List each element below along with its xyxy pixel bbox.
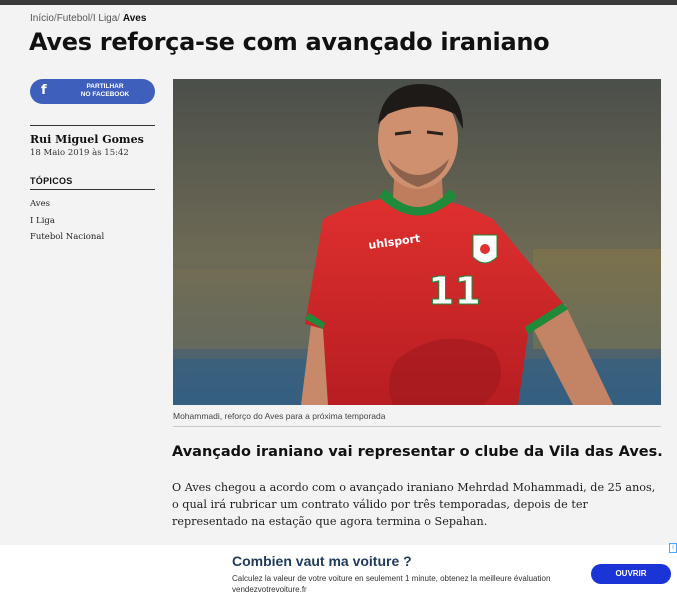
topic-link-aves[interactable]: Aves	[30, 199, 50, 209]
page-title: Aves reforça-se com avançado iraniano	[29, 28, 550, 56]
divider	[30, 125, 155, 126]
share-label-line1: PARTILHAR	[86, 83, 124, 90]
breadcrumb-futebol[interactable]: Futebol	[57, 13, 90, 24]
topic-link-i-liga[interactable]: I Liga	[30, 216, 55, 226]
breadcrumb-current: Aves	[122, 13, 147, 24]
divider	[30, 189, 155, 190]
article-subtitle: Avançado iraniano vai representar o club…	[172, 444, 663, 460]
breadcrumb-i-liga[interactable]: I Liga	[93, 13, 117, 24]
share-button-label: PARTILHAR NO FACEBOOK	[60, 83, 150, 99]
divider	[173, 426, 661, 427]
photo-caption: Mohammadi, reforço do Aves para a próxim…	[173, 411, 386, 421]
ad-text: Calculez la valeur de votre voiture en s…	[232, 574, 551, 594]
article-body: O Aves chegou a acordo com o avançado ir…	[172, 481, 656, 528]
ad-info-icon[interactable]: i	[669, 543, 677, 553]
facebook-icon: f	[41, 83, 47, 98]
share-facebook-button[interactable]: f PARTILHAR NO FACEBOOK	[30, 79, 155, 104]
ad-title[interactable]: Combien vaut ma voiture ?	[232, 553, 412, 569]
share-label-line2: NO FACEBOOK	[80, 91, 130, 98]
breadcrumb: Início/Futebol/I Liga/ Aves	[30, 13, 146, 24]
breadcrumb-separator: /	[117, 13, 121, 24]
jersey-number: 11	[428, 269, 481, 313]
ad-open-button[interactable]: OUVRIR	[591, 564, 671, 584]
topics-heading: TÓPICOS	[30, 176, 73, 186]
breadcrumb-home[interactable]: Início	[30, 13, 54, 24]
author-name[interactable]: Rui Miguel Gomes	[30, 133, 144, 146]
publish-date: 18 Maio 2019 às 15:42	[30, 148, 129, 158]
article-photo: uhlsport 11	[173, 79, 661, 405]
topic-link-futebol-nacional[interactable]: Futebol Nacional	[30, 232, 104, 242]
